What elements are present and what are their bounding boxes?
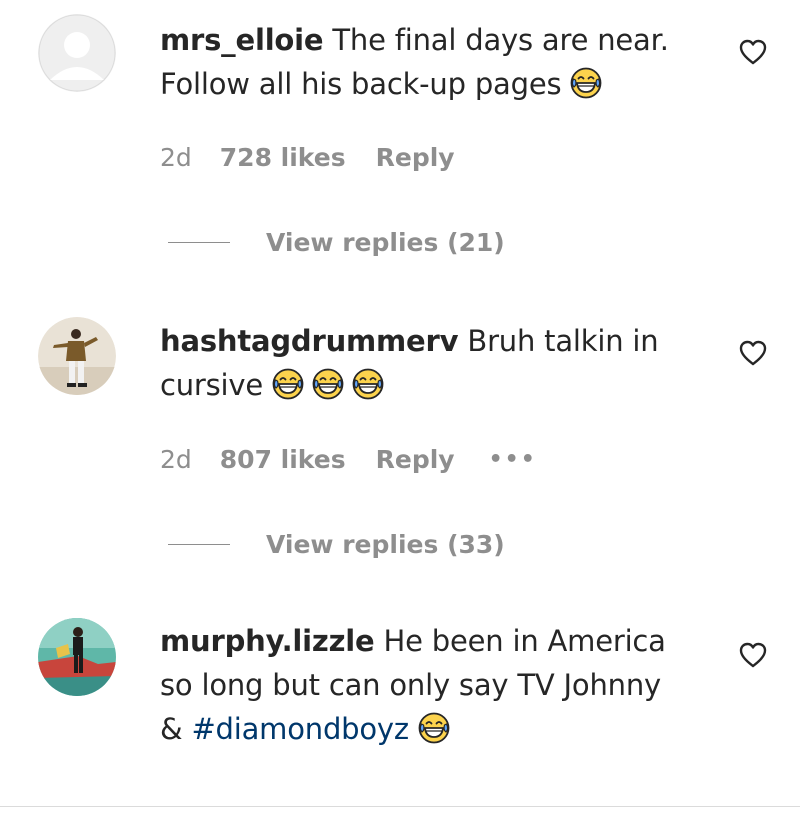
view-replies-label[interactable]: View replies (33)	[266, 530, 505, 559]
comment-body: He been in America	[383, 624, 666, 658]
comment-body: The final days are near.	[332, 23, 669, 57]
hashtag-link[interactable]: #diamondboyz	[191, 712, 409, 746]
comment-likes[interactable]: 728 likes	[220, 143, 346, 172]
comment-text: hashtagdrummerv Bruh talkin in cursive	[160, 319, 720, 407]
view-replies-button[interactable]: View replies (33)	[168, 530, 505, 559]
more-options-icon[interactable]: •••	[489, 447, 537, 472]
comment-username[interactable]: hashtagdrummerv	[160, 324, 459, 358]
comment-meta: 2d 728 likes Reply	[160, 143, 489, 172]
face-with-tears-of-joy-emoji	[418, 712, 450, 744]
face-with-tears-of-joy-emoji	[272, 368, 304, 400]
view-replies-button[interactable]: View replies (21)	[168, 228, 505, 257]
replies-line	[168, 242, 230, 243]
face-with-tears-of-joy-emoji	[352, 368, 384, 400]
comment-text: mrs_elloie The final days are near. Foll…	[160, 18, 720, 106]
comment-body: cursive	[160, 368, 264, 402]
comment-username[interactable]: murphy.lizzle	[160, 624, 375, 658]
face-with-tears-of-joy-emoji	[312, 368, 344, 400]
comment-likes[interactable]: 807 likes	[220, 445, 346, 474]
divider	[0, 806, 800, 807]
comment-body: Bruh talkin in	[467, 324, 659, 358]
comment-body: Follow all his back-up pages	[160, 67, 562, 101]
heart-outline-icon[interactable]	[738, 641, 768, 669]
avatar-default[interactable]	[38, 14, 116, 92]
comment-text: murphy.lizzle He been in America so long…	[160, 619, 720, 751]
reply-button[interactable]: Reply	[376, 143, 455, 172]
avatar-photo[interactable]	[38, 317, 116, 395]
heart-outline-icon[interactable]	[738, 38, 768, 66]
reply-button[interactable]: Reply	[376, 445, 455, 474]
comment-body: so long but can only say TV Johnny	[160, 668, 661, 702]
heart-outline-icon[interactable]	[738, 339, 768, 367]
comment-username[interactable]: mrs_elloie	[160, 23, 324, 57]
comment-timestamp[interactable]: 2d	[160, 445, 192, 474]
comment-body: &	[160, 712, 192, 746]
view-replies-label[interactable]: View replies (21)	[266, 228, 505, 257]
comment-timestamp[interactable]: 2d	[160, 143, 192, 172]
face-with-tears-of-joy-emoji	[570, 67, 602, 99]
avatar-photo[interactable]	[38, 618, 116, 696]
comment-meta: 2d 807 likes Reply •••	[160, 445, 537, 474]
replies-line	[168, 544, 230, 545]
